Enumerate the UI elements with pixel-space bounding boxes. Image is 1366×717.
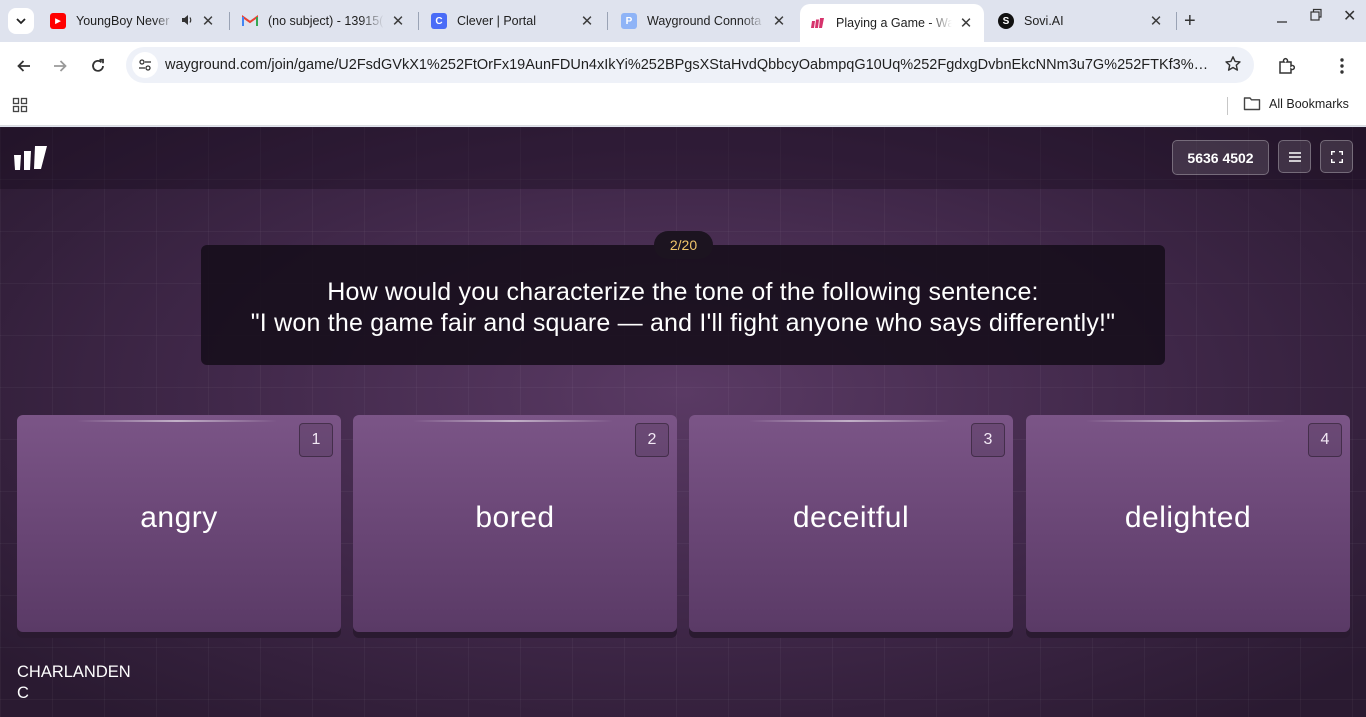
youtube-favicon-icon: ▶ — [50, 13, 66, 29]
option-label: bored — [475, 501, 555, 534]
question-card: How would you characterize the tone of t… — [201, 245, 1165, 365]
answer-option-3[interactable]: 3 deceitful — [689, 415, 1013, 632]
all-bookmarks-label: All Bookmarks — [1269, 96, 1349, 111]
answer-option-2[interactable]: 2 bored — [353, 415, 677, 632]
tab-title: YoungBoy Never — [76, 14, 170, 28]
browser-tab[interactable]: P Wayground Connota ✕ — [611, 4, 797, 38]
option-label: angry — [140, 501, 218, 534]
player-name: CHARLANDEN C — [17, 662, 131, 704]
tab-separator — [607, 12, 608, 30]
option-number-badge: 3 — [971, 423, 1005, 457]
browser-toolbar: wayground.com/join/game/U2FsdGVkX1%252Ft… — [0, 42, 1366, 90]
tab-title: Sovi.AI — [1024, 14, 1064, 28]
tab-title: Wayground Connota — [647, 14, 762, 28]
tab-strip: ▶ YoungBoy Never ✕ (no subject) - 13915(… — [0, 0, 1366, 42]
browser-tab-active[interactable]: Playing a Game - Wa ✕ — [800, 4, 984, 42]
question-text-line: How would you characterize the tone of t… — [327, 278, 1039, 306]
wayground-favicon-icon — [810, 15, 826, 31]
fullscreen-icon[interactable] — [1320, 140, 1353, 173]
apps-grid-icon[interactable] — [12, 97, 28, 118]
sovi-favicon-icon: S — [998, 13, 1014, 29]
bookmarks-divider — [1227, 97, 1228, 115]
option-label: deceitful — [792, 501, 910, 534]
url-text[interactable]: wayground.com/join/game/U2FsdGVkX1%252Ft… — [165, 57, 1215, 73]
chevron-down-icon — [16, 18, 26, 25]
option-label: delighted — [1124, 501, 1252, 534]
option-number-badge: 2 — [635, 423, 669, 457]
minimize-icon[interactable] — [1275, 6, 1289, 30]
join-code-button[interactable]: 5636 4502 — [1172, 140, 1269, 175]
folder-icon — [1243, 97, 1261, 111]
p-favicon-icon: P — [621, 13, 637, 29]
menu-hamburger-icon[interactable] — [1278, 140, 1311, 173]
tab-title: (no subject) - 13915( — [268, 14, 384, 28]
extensions-puzzle-icon[interactable] — [1274, 54, 1298, 78]
gmail-favicon-icon — [242, 13, 258, 29]
close-icon[interactable]: ✕ — [1148, 13, 1164, 30]
reload-icon[interactable] — [86, 54, 110, 78]
player-name-line: CHARLANDEN — [17, 663, 131, 681]
restore-icon[interactable] — [1309, 6, 1323, 26]
option-number-badge: 4 — [1308, 423, 1342, 457]
forward-arrow-icon[interactable] — [48, 54, 72, 78]
tab-title: Playing a Game - Wa — [836, 16, 952, 30]
clever-favicon-icon: C — [431, 13, 447, 29]
tab-separator — [1176, 12, 1177, 30]
option-number-badge: 1 — [299, 423, 333, 457]
bookmark-star-icon[interactable] — [1224, 55, 1242, 78]
answer-option-1[interactable]: 1 angry — [17, 415, 341, 632]
browser-tab[interactable]: C Clever | Portal ✕ — [421, 4, 605, 38]
bookmarks-bar: All Bookmarks — [0, 90, 1366, 126]
all-bookmarks-button[interactable]: All Bookmarks — [1243, 96, 1349, 111]
wayground-logo-icon — [14, 146, 48, 175]
player-name-line: C — [17, 684, 29, 702]
close-icon[interactable]: ✕ — [958, 15, 974, 32]
speaker-icon[interactable] — [180, 13, 194, 30]
site-settings-icon[interactable] — [132, 52, 158, 78]
answer-option-4[interactable]: 4 delighted — [1026, 415, 1350, 632]
browser-tab[interactable]: ▶ YoungBoy Never ✕ — [40, 4, 226, 38]
option-shine — [413, 420, 613, 422]
close-icon[interactable]: ✕ — [579, 13, 595, 30]
option-shine — [77, 420, 277, 422]
close-icon[interactable]: ✕ — [771, 13, 787, 30]
browser-tab[interactable]: S Sovi.AI ✕ — [988, 4, 1174, 38]
question-text-line: "I won the game fair and square — and I'… — [250, 309, 1116, 337]
back-arrow-icon[interactable] — [12, 54, 36, 78]
game-area: 5636 4502 2/20 How would you characteriz… — [0, 127, 1366, 717]
browser-tab[interactable]: (no subject) - 13915( ✕ — [232, 4, 416, 38]
game-header: 5636 4502 — [0, 127, 1366, 189]
close-icon[interactable]: ✕ — [200, 13, 216, 30]
option-shine — [1086, 420, 1286, 422]
window-close-icon[interactable]: ✕ — [1343, 6, 1356, 26]
tab-search-button[interactable] — [8, 8, 34, 34]
tab-separator — [229, 12, 230, 30]
close-icon[interactable]: ✕ — [390, 13, 406, 30]
option-shine — [749, 420, 949, 422]
new-tab-plus-icon[interactable]: + — [1184, 10, 1196, 33]
question-counter: 2/20 — [654, 231, 713, 259]
address-bar[interactable]: wayground.com/join/game/U2FsdGVkX1%252Ft… — [126, 47, 1254, 83]
tab-title: Clever | Portal — [457, 14, 536, 28]
tab-separator — [418, 12, 419, 30]
kebab-menu-icon[interactable] — [1330, 54, 1354, 78]
